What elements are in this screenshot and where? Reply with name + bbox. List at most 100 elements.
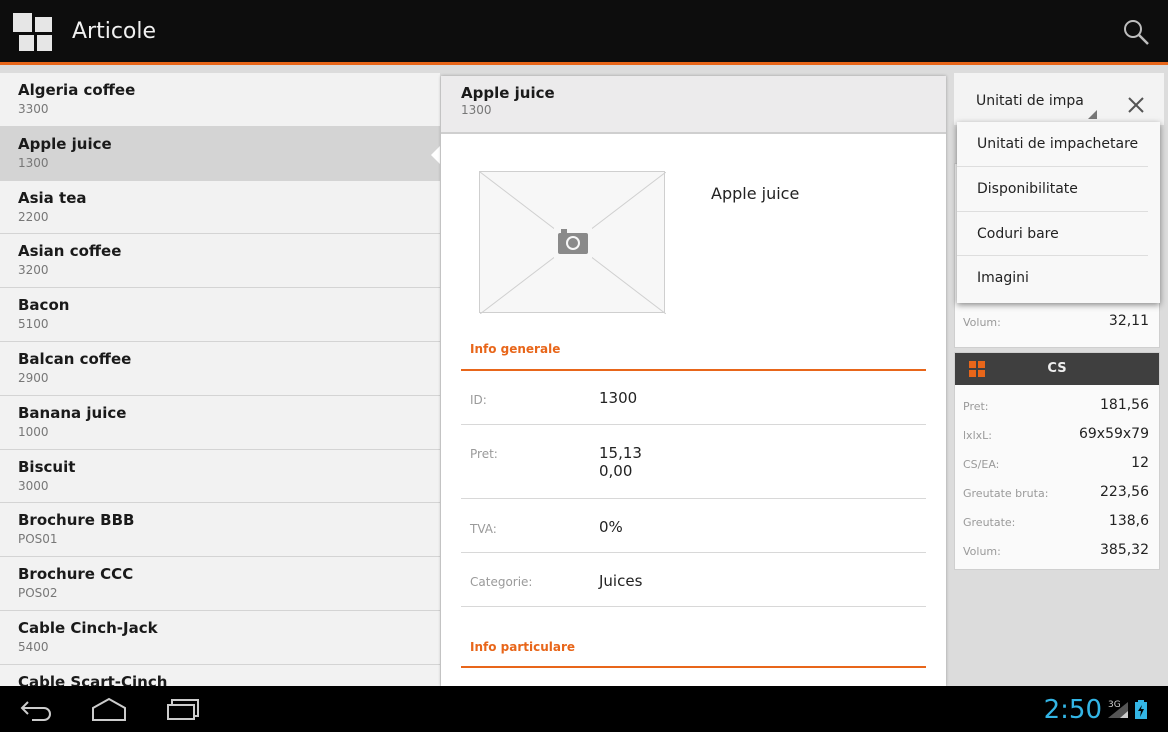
article-name: Asian coffee: [18, 242, 122, 261]
category-value: Juices: [599, 572, 643, 590]
cs-row-value: 223,56: [1100, 484, 1149, 500]
article-code: 1300: [18, 155, 49, 170]
recent-apps-icon[interactable]: [166, 696, 200, 722]
signal-icon: 3G: [1108, 700, 1147, 719]
article-name: Algeria coffee: [18, 81, 136, 99]
article-list-item[interactable]: Apple juice 1300: [0, 126, 440, 181]
units-card-cs-title: CS: [1047, 361, 1067, 376]
article-code: POS02: [18, 586, 58, 601]
article-list-item[interactable]: Bacon 5100: [0, 288, 440, 342]
section-general-divider: [461, 369, 926, 371]
article-list-item[interactable]: Banana juice 1000: [0, 396, 440, 450]
detail-code: 1300: [461, 103, 492, 117]
cs-row-value: 12: [1131, 455, 1149, 471]
article-list-item[interactable]: Brochure BBB POS01: [0, 503, 440, 558]
section-particular-divider: [461, 666, 926, 668]
selection-arrow: [431, 144, 440, 165]
cs-row-label: Pret:: [963, 400, 989, 413]
vat-value: 0%: [599, 518, 623, 536]
article-list-item[interactable]: Cable Cinch-Jack 5400: [0, 611, 440, 665]
units-dropdown-menu[interactable]: Unitati de impachetare Disponibilitate Cod…: [957, 122, 1160, 303]
article-name: Biscuit: [18, 457, 76, 476]
article-list-item[interactable]: Brochure CCC POS02: [0, 557, 440, 611]
units-card-cs-header: CS: [955, 353, 1159, 385]
app-grid-icon[interactable]: [13, 13, 55, 53]
cs-row-value: 385,32: [1100, 542, 1149, 558]
article-name: Banana juice: [18, 403, 127, 422]
article-code: 2900: [18, 370, 49, 385]
article-name: Apple juice: [18, 134, 112, 153]
clock: 2:50: [1043, 695, 1102, 725]
row-divider: [461, 424, 926, 425]
spinner-corner-icon: [1088, 110, 1097, 119]
article-code: 3200: [18, 263, 49, 278]
article-name: Asia tea: [18, 188, 87, 207]
app-title: Articole: [72, 19, 157, 44]
product-title: Apple juice: [711, 184, 800, 203]
row-divider: [461, 606, 926, 607]
id-label: ID:: [470, 393, 487, 407]
price-value-secondary: 0,00: [599, 462, 633, 480]
cs-row-value: 181,56: [1100, 397, 1149, 413]
camera-icon: [558, 229, 588, 254]
cs-row-label: lxlxL:: [963, 429, 992, 442]
article-list-item[interactable]: Balcan coffee 2900: [0, 342, 440, 396]
article-list[interactable]: Algeria coffee 3300 Apple juice 1300 Asia te…: [0, 73, 440, 686]
article-name: Cable Cinch-Jack: [18, 618, 158, 637]
units-menu-option[interactable]: Imagini: [957, 256, 1148, 301]
units-menu-option[interactable]: Disponibilitate: [957, 167, 1148, 212]
article-name: Cable Scart-Cinch: [18, 672, 168, 686]
units-menu-option[interactable]: Unitati de impachetare: [957, 122, 1148, 167]
price-value: 15,13: [599, 444, 642, 462]
product-photo-placeholder[interactable]: [479, 171, 666, 314]
cs-row-value: 69x59x79: [1078, 426, 1149, 442]
svg-text:3G: 3G: [1108, 700, 1121, 710]
article-name: Balcan coffee: [18, 349, 132, 368]
units-spinner[interactable]: Unitati de impa: [976, 93, 1094, 109]
article-list-item[interactable]: Cable Scart-Cinch: [0, 665, 440, 686]
detail-name: Apple juice: [461, 84, 555, 102]
article-list-item[interactable]: Algeria coffee 3300: [0, 73, 440, 127]
article-code: 1000: [18, 424, 49, 439]
article-code: 3300: [18, 102, 49, 116]
content-area: Algeria coffee 3300 Apple juice 1300 Asia te…: [0, 65, 1168, 686]
back-icon[interactable]: [20, 696, 54, 722]
cs-row-label: Volum:: [963, 545, 1001, 558]
id-value: 1300: [599, 389, 638, 407]
volume-label: Volum:: [963, 316, 1001, 329]
article-name: Brochure BBB: [18, 511, 135, 530]
article-code: 3000: [18, 478, 49, 493]
search-icon[interactable]: [1122, 18, 1150, 46]
units-card-cs: CS Pret: 181,56 lxlxL: 69x59x79 CS/EA: 12 Greu…: [954, 352, 1160, 570]
price-label: Pret:: [470, 447, 498, 461]
system-nav-bar: 2:50 3G: [0, 686, 1168, 732]
section-general-title: Info generale: [470, 342, 561, 356]
action-bar: Articole: [0, 0, 1168, 65]
article-list-item[interactable]: Biscuit 3000: [0, 450, 440, 504]
volume-value: 32,11: [1108, 313, 1149, 329]
close-icon[interactable]: [1126, 95, 1146, 115]
cs-row-value: 138,6: [1108, 513, 1149, 529]
section-particular-title: Info particulare: [470, 640, 576, 654]
units-panel: Unitati de impa Volum: 32,11 CS Pret: 181…: [950, 73, 1168, 686]
cs-row-label: Greutate:: [963, 516, 1016, 529]
category-label: Categorie:: [470, 575, 533, 589]
article-name: Brochure CCC: [18, 565, 134, 584]
article-code: 5400: [18, 639, 49, 654]
row-divider: [461, 498, 926, 499]
article-code: 5100: [18, 317, 49, 332]
article-list-item[interactable]: Asia tea 2200: [0, 181, 440, 235]
article-code: POS01: [18, 532, 58, 547]
row-divider: [461, 552, 926, 553]
article-list-item[interactable]: Asian coffee 3200: [0, 234, 440, 289]
article-detail-panel: Apple juice 1300 Apple juice Info genera…: [441, 76, 946, 686]
cs-row-label: CS/EA:: [963, 458, 1000, 471]
units-toolbar: Unitati de impa: [954, 73, 1164, 125]
cs-row-label: Greutate bruta:: [963, 487, 1049, 500]
article-name: Bacon: [18, 296, 70, 315]
article-code: 2200: [18, 209, 49, 224]
vat-label: TVA:: [470, 522, 497, 536]
units-menu-option[interactable]: Coduri bare: [957, 212, 1148, 257]
home-icon[interactable]: [91, 696, 127, 722]
detail-header: Apple juice 1300: [441, 76, 946, 134]
